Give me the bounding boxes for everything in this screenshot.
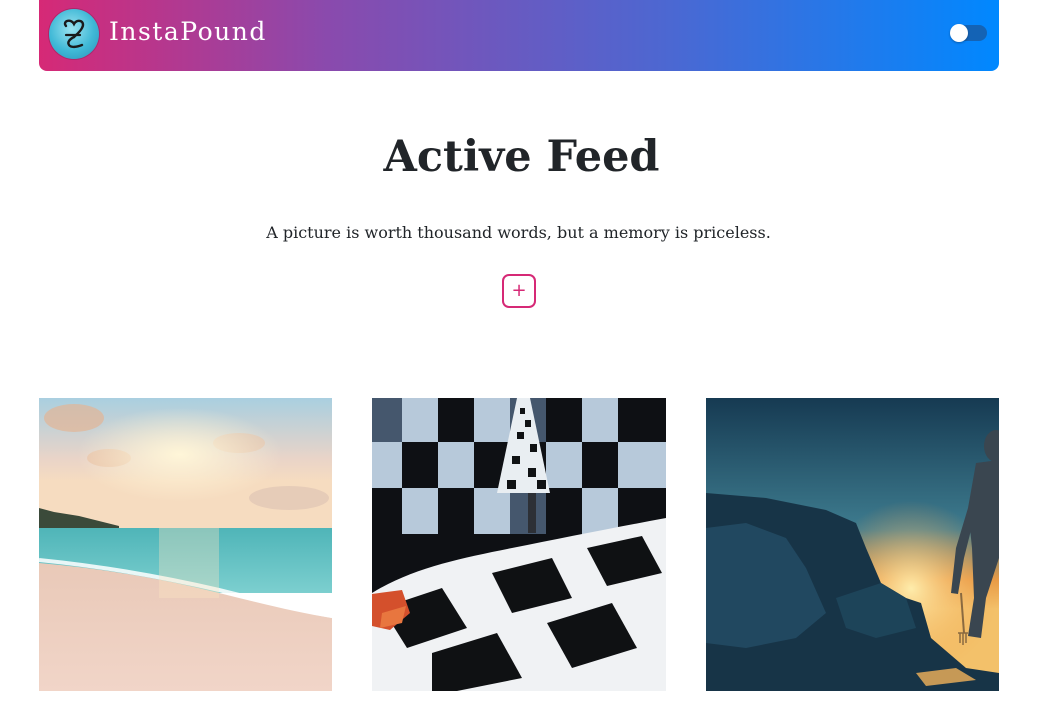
tagline: A picture is worth thousand words, but a… — [266, 223, 771, 242]
navbar: InstaPound — [39, 0, 999, 71]
brand-name[interactable]: InstaPound — [109, 17, 267, 46]
heart-key-logo-icon[interactable] — [49, 9, 99, 59]
post-image-warrior-sunset[interactable] — [706, 398, 999, 691]
toggle-knob — [950, 24, 968, 42]
post-image-checkered-room[interactable] — [372, 398, 666, 691]
add-post-button[interactable]: + — [502, 274, 536, 308]
post-image-beach-sunset[interactable] — [39, 398, 332, 691]
theme-toggle[interactable] — [950, 24, 987, 42]
page-title: Active Feed — [383, 132, 660, 182]
